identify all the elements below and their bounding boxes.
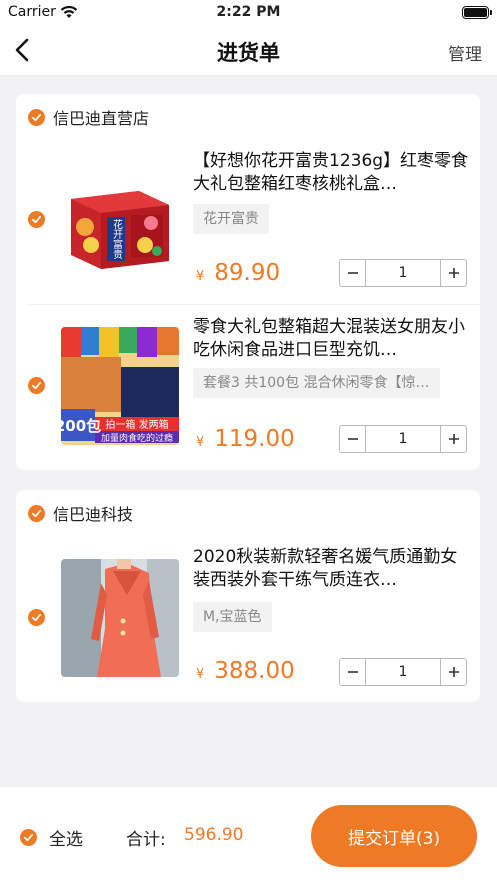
select-all-toggle[interactable]: 全选 — [20, 825, 83, 850]
currency-symbol: ¥ — [196, 269, 205, 284]
select-all-label: 全选 — [49, 830, 83, 850]
snack-pack-image[interactable]: 200包 拍一箱 发两箱 加量肉食吃的过瘾 — [61, 327, 179, 445]
decrease-button[interactable] — [339, 259, 366, 287]
item-price: ¥ 119.00 — [196, 426, 295, 452]
price-value: 119.00 — [214, 426, 295, 452]
quantity-input[interactable]: 1 — [366, 658, 440, 686]
item-spec[interactable]: M,宝蓝色 — [193, 602, 272, 632]
quantity-stepper: 1 — [339, 658, 467, 686]
item-checkbox[interactable] — [28, 377, 45, 394]
status-bar: Carrier 2:22 PM — [0, 0, 497, 26]
nav-bar: 进货单 管理 — [0, 26, 497, 76]
page-title: 进货单 — [217, 41, 280, 65]
shop-card: 信巴迪直营店 花开富贵 【好想你花开富贵1236g】红枣零食大礼包整箱红枣核桃礼… — [16, 94, 480, 470]
shop-name: 信巴迪直营店 — [53, 109, 150, 128]
divider — [28, 304, 480, 305]
shop-card: 信巴迪科技 2020秋装新款轻奢名媛气质通勤女装西装外套干练气质连衣… M,宝蓝… — [16, 490, 480, 702]
shop-checkbox[interactable] — [28, 504, 45, 522]
shop-name: 信巴迪科技 — [53, 505, 134, 524]
shop-checkbox[interactable] — [28, 108, 45, 126]
increase-button[interactable] — [440, 259, 467, 287]
cart-item: 200包 拍一箱 发两箱 加量肉食吃的过瘾 零食大礼包整箱超大混装送女朋友小吃休… — [16, 310, 480, 470]
snack-banner: 拍一箱 发两箱 — [105, 418, 168, 431]
item-spec[interactable]: 套餐3 共100包 混合休闲零食【惊… — [193, 368, 440, 398]
manage-button[interactable]: 管理 — [448, 40, 482, 65]
item-price: ¥ 89.90 — [196, 260, 280, 286]
total-amount: 596.90 — [184, 825, 244, 845]
price-value: 89.90 — [214, 260, 281, 286]
shop-header: 信巴迪直营店 — [28, 106, 149, 128]
gift-box-label: 花开富贵 — [111, 218, 123, 260]
quantity-stepper: 1 — [339, 259, 467, 287]
decrease-button[interactable] — [339, 425, 366, 453]
snack-banner-2: 加量肉食吃的过瘾 — [101, 432, 173, 444]
dress-image[interactable] — [61, 559, 179, 677]
decrease-button[interactable] — [339, 658, 366, 686]
minus-icon — [347, 272, 358, 274]
plus-icon — [448, 434, 459, 444]
increase-button[interactable] — [440, 658, 467, 686]
minus-icon — [347, 671, 358, 673]
battery-icon — [462, 6, 492, 19]
item-checkbox[interactable] — [28, 211, 45, 228]
checkout-bar: 全选 合计: 596.90 提交订单(3) — [0, 787, 497, 883]
select-all-checkbox[interactable] — [20, 829, 37, 846]
item-name: 零食大礼包整箱超大混装送女朋友小吃休闲食品进口巨型充饥… — [193, 317, 465, 360]
item-name: 2020秋装新款轻奢名媛气质通勤女装西装外套干练气质连衣… — [193, 547, 458, 590]
quantity-input[interactable]: 1 — [366, 259, 440, 287]
cart-item: 花开富贵 【好想你花开富贵1236g】红枣零食大礼包整箱红枣核桃礼盒… 花开富贵… — [16, 144, 480, 304]
item-checkbox[interactable] — [28, 609, 45, 626]
snack-badge: 200包 — [61, 417, 101, 435]
quantity-stepper: 1 — [339, 425, 467, 453]
plus-icon — [448, 268, 459, 278]
item-name: 【好想你花开富贵1236g】红枣零食大礼包整箱红枣核桃礼盒… — [193, 151, 469, 194]
submit-order-button[interactable]: 提交订单(3) — [311, 805, 477, 867]
item-spec[interactable]: 花开富贵 — [193, 204, 269, 234]
quantity-input[interactable]: 1 — [366, 425, 440, 453]
plus-icon — [448, 667, 459, 677]
cart-item: 2020秋装新款轻奢名媛气质通勤女装西装外套干练气质连衣… M,宝蓝色 ¥ 38… — [16, 540, 480, 700]
currency-symbol: ¥ — [196, 435, 205, 450]
clock: 2:22 PM — [216, 4, 281, 20]
minus-icon — [347, 438, 358, 440]
item-price: ¥ 388.00 — [196, 658, 295, 684]
total-label: 合计: — [126, 830, 166, 850]
price-value: 388.00 — [214, 658, 295, 684]
increase-button[interactable] — [440, 425, 467, 453]
shop-header: 信巴迪科技 — [28, 502, 133, 524]
currency-symbol: ¥ — [196, 667, 205, 682]
gift-box-image[interactable]: 花开富贵 — [61, 161, 179, 279]
